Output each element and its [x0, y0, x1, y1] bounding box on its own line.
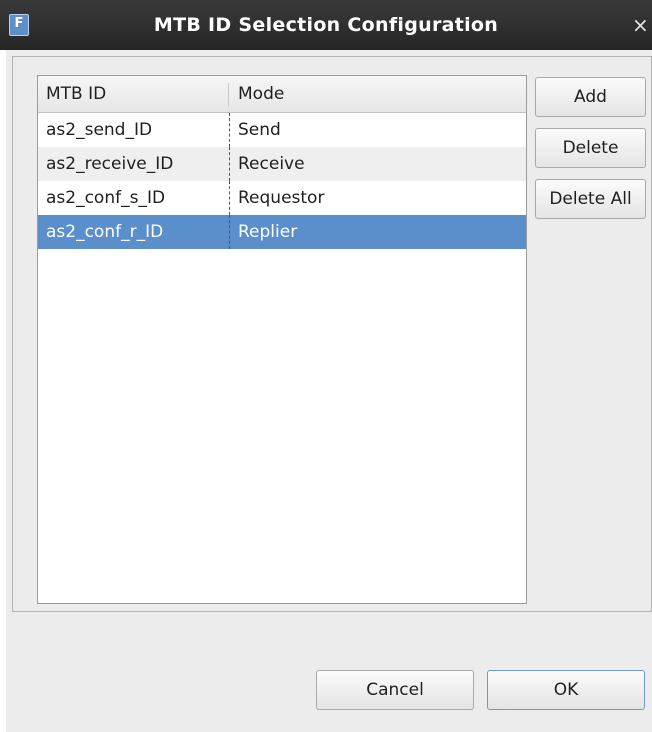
table-header: MTB ID Mode — [38, 76, 526, 113]
cell-mtb-id: as2_conf_r_ID — [46, 222, 164, 242]
cell-mode: Replier — [238, 222, 298, 242]
column-header-mtb-id[interactable]: MTB ID — [46, 76, 106, 112]
mtb-id-panel: MTB ID Mode as2_send_ID Send as2_receive_I… — [12, 56, 652, 612]
ok-button[interactable]: OK — [487, 670, 645, 710]
close-icon[interactable]: × — [632, 12, 652, 38]
mtb-id-table[interactable]: MTB ID Mode as2_send_ID Send as2_receive_I… — [37, 75, 527, 604]
cell-separator — [229, 113, 230, 147]
delete-all-button[interactable]: Delete All — [535, 179, 646, 219]
dialog-body: MTB ID Mode as2_send_ID Send as2_receive_I… — [6, 50, 652, 732]
column-header-mode[interactable]: Mode — [238, 76, 284, 112]
title-bar[interactable]: F MTB ID Selection Configuration × — [0, 0, 652, 50]
table-row[interactable]: as2_conf_r_ID Replier — [38, 215, 526, 249]
table-row[interactable]: as2_receive_ID Receive — [38, 147, 526, 181]
cell-separator — [229, 215, 230, 249]
window-title: MTB ID Selection Configuration — [153, 14, 499, 36]
cell-mtb-id: as2_conf_s_ID — [46, 188, 166, 208]
dialog-window: F MTB ID Selection Configuration × MTB I… — [0, 0, 652, 732]
add-button[interactable]: Add — [535, 77, 646, 117]
cell-mtb-id: as2_receive_ID — [46, 154, 174, 174]
cell-mode: Requestor — [238, 188, 325, 208]
column-separator[interactable] — [228, 83, 229, 106]
cell-mode: Receive — [238, 154, 305, 174]
table-row[interactable]: as2_conf_s_ID Requestor — [38, 181, 526, 215]
cell-mtb-id: as2_send_ID — [46, 120, 153, 140]
delete-button[interactable]: Delete — [535, 128, 646, 168]
cell-separator — [229, 147, 230, 181]
cell-separator — [229, 181, 230, 215]
cancel-button[interactable]: Cancel — [316, 670, 474, 710]
table-row[interactable]: as2_send_ID Send — [38, 113, 526, 147]
cell-mode: Send — [238, 120, 281, 140]
